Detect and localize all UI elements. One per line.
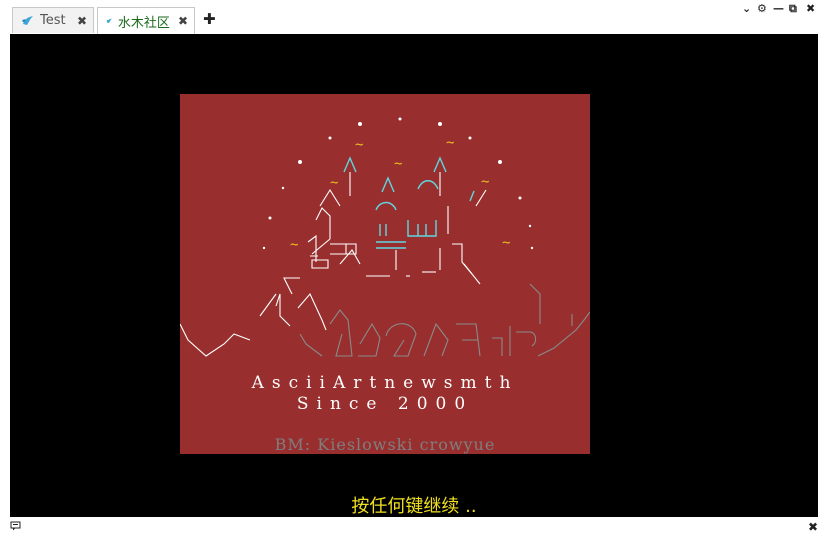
- close-tab-icon[interactable]: ✖: [178, 14, 188, 28]
- tab-bar: Test ✖ 水木社区 ✖ ✚ ⌄ ⚙ — ⧉ ✖: [0, 0, 828, 34]
- restore-icon[interactable]: ⧉: [789, 2, 797, 16]
- svg-text:~: ~: [290, 237, 298, 253]
- svg-text:~: ~: [481, 174, 489, 190]
- tab-label: 水木社区: [117, 15, 170, 31]
- ascii-art-banner: ~ ~ ~ ~ ~ ~ ~ AsciiArtnewsmth Since 2000…: [180, 94, 590, 454]
- close-window-icon[interactable]: ✖: [806, 2, 815, 16]
- chat-icon[interactable]: [10, 521, 22, 531]
- close-icon[interactable]: ✖: [808, 520, 818, 534]
- gear-icon[interactable]: ⚙: [757, 2, 767, 16]
- smth-logo-icon: [106, 18, 112, 23]
- art-bm-credit: BM: Kieslowski crowyue: [274, 435, 496, 454]
- svg-text:~: ~: [502, 235, 510, 251]
- svg-text:~: ~: [394, 156, 402, 172]
- terminal-screen[interactable]: ~ ~ ~ ~ ~ ~ ~ AsciiArtnewsmth Since 2000…: [10, 34, 818, 517]
- smth-logo-icon: [22, 15, 33, 25]
- svg-text:~: ~: [355, 137, 363, 153]
- add-tab-icon[interactable]: ✚: [203, 12, 216, 27]
- tab-newsmth[interactable]: 水木社区 ✖: [97, 7, 195, 34]
- press-any-key-prompt: 按任何键继续 ..: [351, 496, 477, 517]
- tab-test[interactable]: Test ✖: [12, 7, 94, 33]
- dropdown-icon[interactable]: ⌄: [742, 2, 751, 16]
- art-title: AsciiArtnewsmth: [251, 373, 519, 393]
- svg-text:~: ~: [330, 175, 338, 191]
- minimize-icon[interactable]: —: [773, 2, 784, 16]
- status-bar: ✖: [0, 517, 828, 539]
- art-since: Since 2000: [296, 394, 474, 414]
- tab-label: Test: [40, 13, 66, 28]
- svg-text:~: ~: [446, 135, 454, 151]
- close-tab-icon[interactable]: ✖: [77, 14, 87, 28]
